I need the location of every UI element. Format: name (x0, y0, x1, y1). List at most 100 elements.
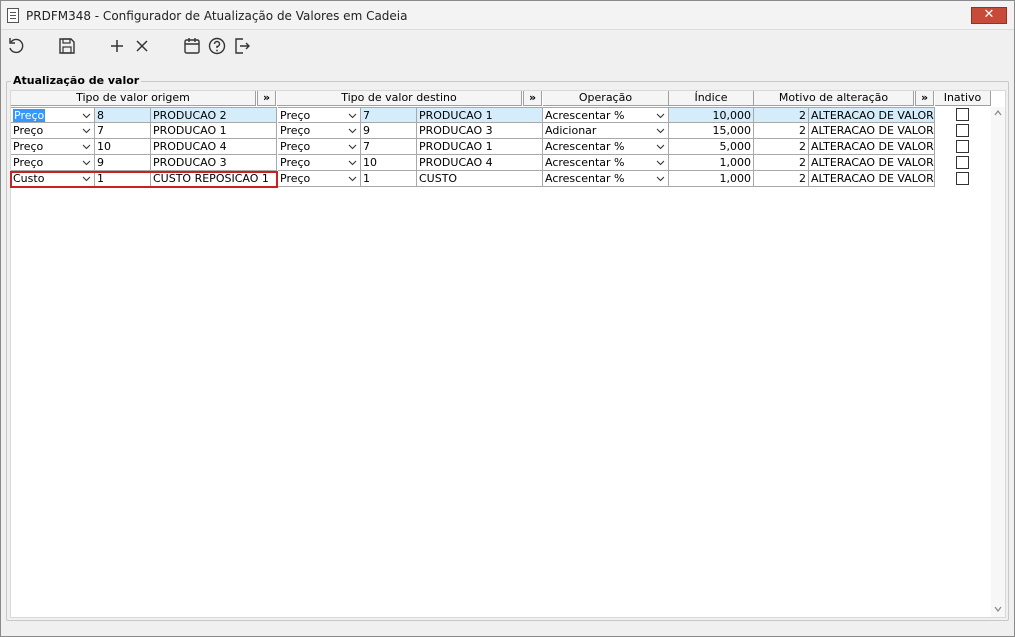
operacao-value: Acrescentar % (545, 140, 625, 153)
motivo-cod-cell[interactable]: 2 (754, 155, 809, 171)
indice-cell[interactable]: 1,000 (669, 171, 754, 187)
tipo-destino-select[interactable]: Preço (278, 123, 361, 139)
cod-destino-cell[interactable]: 10 (361, 155, 417, 171)
motivo-desc-cell[interactable]: ALTERACAO DE VALOR (809, 171, 935, 187)
window-title: PRDFM348 - Configurador de Atualização d… (26, 9, 408, 23)
chevron-down-icon[interactable] (656, 174, 665, 183)
cod-origem-cell[interactable]: 1 (95, 171, 151, 187)
tipo-origem-select[interactable]: Preço (11, 155, 95, 171)
operacao-select[interactable]: Adicionar (543, 123, 669, 139)
selected-text: Preço (13, 109, 46, 122)
desc-origem-cell[interactable]: PRODUCAO 2 (151, 107, 277, 123)
col-header-tipo-origem[interactable]: Tipo de valor origem (11, 91, 256, 106)
motivo-cod-cell[interactable]: 2 (754, 123, 809, 139)
tipo-origem-value: Preço (13, 156, 44, 169)
expand-motivo-button[interactable]: » (915, 91, 934, 106)
motivo-desc-cell[interactable]: ALTERACAO DE VALOR (809, 139, 935, 155)
tipo-destino-select[interactable]: Preço (278, 107, 361, 123)
chevron-down-icon[interactable] (348, 126, 357, 135)
cod-origem-cell[interactable]: 10 (95, 139, 151, 155)
exit-icon[interactable] (232, 36, 252, 56)
chevron-down-icon[interactable] (82, 142, 91, 151)
col-header-inativo[interactable]: Inativo (935, 91, 991, 106)
inativo-checkbox[interactable] (956, 156, 969, 169)
group-title: Atualização de valor (11, 74, 142, 87)
cod-destino-cell[interactable]: 7 (361, 107, 417, 123)
expand-origem-button[interactable]: » (257, 91, 276, 106)
cod-destino-cell[interactable]: 1 (361, 171, 417, 187)
tipo-destino-select[interactable]: Preço (278, 155, 361, 171)
inativo-checkbox[interactable] (956, 108, 969, 121)
tipo-origem-select[interactable]: Preço (11, 139, 95, 155)
operacao-select[interactable]: Acrescentar % (543, 139, 669, 155)
cod-origem-cell[interactable]: 9 (95, 155, 151, 171)
chevron-down-icon[interactable] (82, 111, 91, 120)
col-header-indice[interactable]: Índice (669, 91, 754, 106)
tipo-origem-select[interactable]: Preço (11, 123, 95, 139)
cod-origem-cell[interactable]: 7 (95, 123, 151, 139)
desc-origem-cell[interactable]: CUSTO REPOSICAO 1 (151, 171, 277, 187)
desc-destino-cell[interactable]: PRODUCAO 4 (417, 155, 543, 171)
scroll-up-icon[interactable] (994, 109, 1002, 117)
motivo-cod-cell[interactable]: 2 (754, 171, 809, 187)
desc-destino-cell[interactable]: PRODUCAO 1 (417, 107, 543, 123)
indice-cell[interactable]: 10,000 (669, 107, 754, 123)
scroll-down-icon[interactable] (994, 605, 1002, 613)
desc-destino-cell[interactable]: PRODUCAO 3 (417, 123, 543, 139)
plus-icon[interactable] (107, 36, 127, 56)
desc-origem-cell[interactable]: PRODUCAO 4 (151, 139, 277, 155)
tipo-destino-value: Preço (280, 156, 311, 169)
chevron-down-icon[interactable] (82, 126, 91, 135)
chevron-down-icon[interactable] (348, 111, 357, 120)
motivo-desc-cell[interactable]: ALTERACAO DE VALOR (809, 155, 935, 171)
inativo-checkbox[interactable] (956, 172, 969, 185)
motivo-desc-cell[interactable]: ALTERACAO DE VALOR (809, 123, 935, 139)
tipo-destino-select[interactable]: Preço (278, 171, 361, 187)
document-icon (7, 8, 19, 23)
motivo-cod-cell[interactable]: 2 (754, 139, 809, 155)
indice-cell[interactable]: 15,000 (669, 123, 754, 139)
chevron-down-icon[interactable] (656, 142, 665, 151)
operacao-select[interactable]: Acrescentar % (543, 155, 669, 171)
tipo-destino-value: Preço (280, 172, 311, 185)
operacao-value: Acrescentar % (545, 156, 625, 169)
desc-origem-cell[interactable]: PRODUCAO 1 (151, 123, 277, 139)
inativo-checkbox[interactable] (956, 124, 969, 137)
expand-destino-button[interactable]: » (523, 91, 542, 106)
motivo-cod-cell[interactable]: 2 (754, 107, 809, 123)
operacao-select[interactable]: Acrescentar % (543, 107, 669, 123)
refresh-icon[interactable] (6, 36, 26, 56)
indice-cell[interactable]: 5,000 (669, 139, 754, 155)
tipo-destino-select[interactable]: Preço (278, 139, 361, 155)
chevron-down-icon[interactable] (82, 174, 91, 183)
operacao-select[interactable]: Acrescentar % (543, 171, 669, 187)
desc-origem-cell[interactable]: PRODUCAO 3 (151, 155, 277, 171)
indice-cell[interactable]: 1,000 (669, 155, 754, 171)
col-header-tipo-destino[interactable]: Tipo de valor destino (277, 91, 522, 106)
col-header-operacao[interactable]: Operação (543, 91, 669, 106)
cod-destino-cell[interactable]: 9 (361, 123, 417, 139)
chevron-down-icon[interactable] (656, 111, 665, 120)
tipo-origem-select[interactable]: Custo (11, 171, 95, 187)
chevron-down-icon[interactable] (82, 158, 91, 167)
chevron-down-icon[interactable] (348, 174, 357, 183)
tipo-destino-value: Preço (280, 140, 311, 153)
chevron-down-icon[interactable] (348, 158, 357, 167)
help-icon[interactable] (207, 36, 227, 56)
chevron-down-icon[interactable] (348, 142, 357, 151)
close-button[interactable]: ✕ (971, 7, 1007, 24)
cod-destino-cell[interactable]: 7 (361, 139, 417, 155)
inativo-checkbox[interactable] (956, 140, 969, 153)
vertical-scrollbar[interactable] (991, 107, 1005, 617)
calendar-icon[interactable] (182, 36, 202, 56)
tipo-origem-select[interactable]: Preço (11, 107, 95, 123)
desc-destino-cell[interactable]: CUSTO (417, 171, 543, 187)
col-header-motivo[interactable]: Motivo de alteração (754, 91, 914, 106)
cod-origem-cell[interactable]: 8 (95, 107, 151, 123)
chevron-down-icon[interactable] (656, 126, 665, 135)
x-icon[interactable] (132, 36, 152, 56)
desc-destino-cell[interactable]: PRODUCAO 1 (417, 139, 543, 155)
chevron-down-icon[interactable] (656, 158, 665, 167)
motivo-desc-cell[interactable]: ALTERACAO DE VALOR (809, 107, 935, 123)
save-icon[interactable] (57, 36, 77, 56)
